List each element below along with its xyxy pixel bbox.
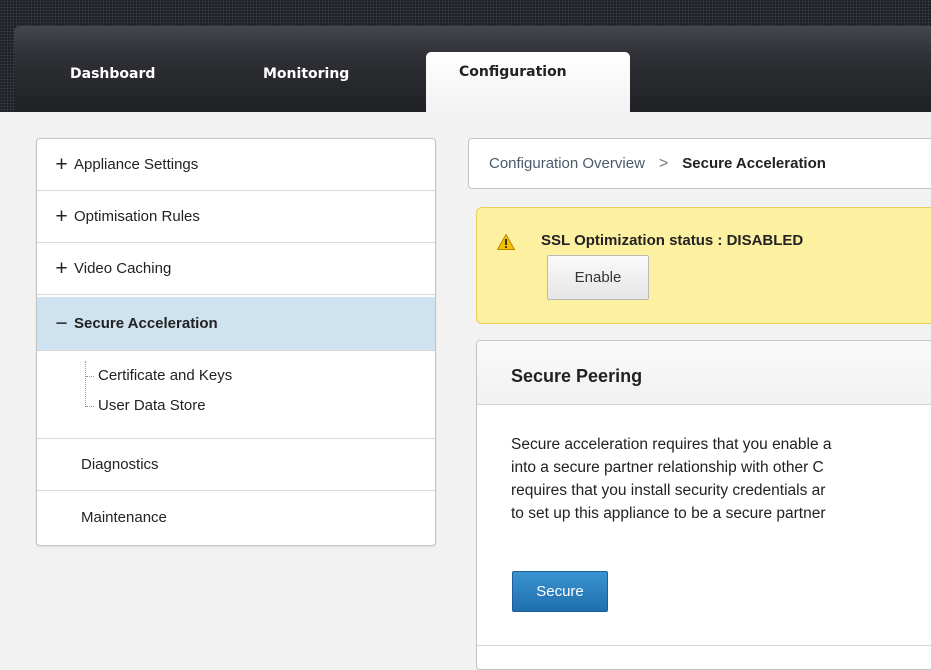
secure-peering-panel: Secure Peering Secure acceleration requi… [476,340,931,670]
description-line: to set up this appliance to be a secure … [511,505,826,522]
panel-header: Secure Peering [477,341,931,405]
tree-connector [85,361,87,407]
sidebar-subitem-certificate-and-keys[interactable]: Certificate and Keys [98,367,232,384]
sidebar-subtree: Certificate and Keys User Data Store [37,351,435,439]
sidebar-item-label: Optimisation Rules [74,208,200,225]
description-line: Secure acceleration requires that you en… [511,436,832,453]
tab-dashboard[interactable]: Dashboard [70,62,155,86]
sidebar-item-label: Secure Acceleration [74,315,218,332]
breadcrumb-current: Secure Acceleration [682,155,826,172]
tab-configuration[interactable]: Configuration [426,52,630,112]
sidebar-item-label: Maintenance [81,508,167,526]
breadcrumb-link-configuration-overview[interactable]: Configuration Overview [489,155,645,172]
warning-triangle-icon [497,234,515,250]
ssl-status-text: SSL Optimization status : DISABLED [541,232,804,249]
expand-plus-icon: + [55,153,68,176]
sidebar-item-appliance-settings[interactable]: + Appliance Settings [37,139,435,191]
sidebar-subitem-user-data-store[interactable]: User Data Store [98,397,206,414]
sidebar-item-secure-acceleration[interactable]: − Secure Acceleration [37,297,435,351]
tree-branch [86,376,94,377]
tab-monitoring[interactable]: Monitoring [263,62,349,86]
sidebar-item-maintenance[interactable]: Maintenance [37,491,435,543]
tree-branch [86,406,94,407]
sidebar-item-optimisation-rules[interactable]: + Optimisation Rules [37,191,435,243]
panel-title: Secure Peering [511,366,643,386]
divider [477,645,931,646]
description-line: into a secure partner relationship with … [511,459,824,476]
sidebar-item-video-caching[interactable]: + Video Caching [37,243,435,295]
breadcrumb-separator-icon: > [658,154,669,172]
expand-plus-icon: + [55,205,68,228]
breadcrumb: Configuration Overview > Secure Accelera… [468,138,931,189]
ssl-status-warning: SSL Optimization status : DISABLED Enabl… [476,207,931,324]
collapse-minus-icon: − [55,312,68,335]
sidebar-item-label: Video Caching [74,260,172,277]
sidebar-item-label: Diagnostics [81,456,159,473]
tab-configuration-label: Configuration [459,64,567,80]
sidebar-item-label: Appliance Settings [74,156,199,173]
enable-button[interactable]: Enable [547,255,649,300]
expand-plus-icon: + [55,257,68,280]
sidebar: + Appliance Settings + Optimisation Rule… [36,138,436,546]
sidebar-item-diagnostics[interactable]: Diagnostics [37,439,435,491]
panel-description: Secure acceleration requires that you en… [511,433,931,525]
secure-button[interactable]: Secure [512,571,608,612]
description-line: requires that you install security crede… [511,482,826,499]
